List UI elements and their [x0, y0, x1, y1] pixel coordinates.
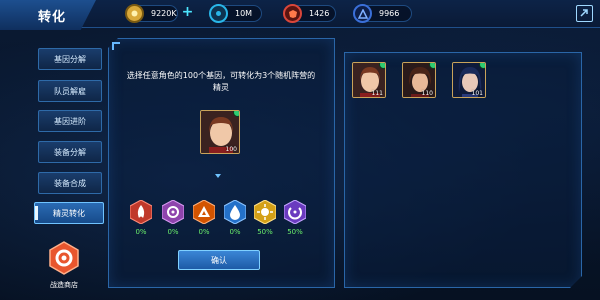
plus-icon[interactable]: +: [180, 5, 195, 20]
diamond-token-icon: [209, 4, 228, 23]
shop-icon[interactable]: [46, 240, 82, 276]
dark-spirit-icon: [283, 199, 307, 225]
fire-spirit-percent: 0%: [135, 228, 147, 236]
void-spirit-icon: [161, 199, 185, 225]
character-card[interactable]: 110: [402, 62, 436, 98]
selected-character-slot[interactable]: 100: [200, 110, 240, 154]
star-gem-icon: [379, 63, 385, 69]
character-card[interactable]: 111: [352, 62, 386, 98]
sidebar-item-gene-advance[interactable]: 基因进阶: [38, 110, 102, 132]
gold-resource: 9220K: [125, 4, 178, 23]
page-title: 转化: [38, 10, 67, 25]
light-spirit-icon: [253, 199, 277, 225]
light-spirit-percent: 50%: [257, 228, 273, 236]
sidebar-item-gene-decompose[interactable]: 基因分解: [38, 48, 102, 70]
diamond-value: 10M: [235, 9, 253, 18]
water-spirit-icon: [223, 199, 247, 225]
conversion-description: 选择任意角色的100个基因，可转化为3个随机阵营的精灵: [126, 71, 316, 92]
star-gem-icon: [479, 63, 485, 69]
star-gem-icon: [429, 63, 435, 69]
blue-value: 9966: [379, 9, 400, 18]
water-spirit-percent: 0%: [229, 228, 241, 236]
blue-triangle-token-icon: [353, 4, 372, 23]
dark-spirit-percent: 50%: [287, 228, 303, 236]
sidebar-item-dismiss-member[interactable]: 队员解雇: [38, 80, 102, 102]
gold-coin-icon: [125, 4, 144, 23]
sidebar-item-spirit-convert[interactable]: 精灵转化: [34, 202, 104, 224]
exit-icon[interactable]: [576, 5, 593, 22]
red-value: 1426: [309, 9, 330, 18]
chevron-down-icon: [215, 174, 221, 178]
gold-value: 9220K: [151, 9, 177, 18]
blue-resource: 9966: [353, 4, 412, 23]
character-card[interactable]: 101: [452, 62, 486, 98]
character-level: 101: [471, 90, 483, 97]
confirm-button[interactable]: 确认: [178, 250, 260, 270]
void-spirit-percent: 0%: [167, 228, 179, 236]
shop-label[interactable]: 战造商店: [44, 280, 84, 290]
earth-spirit-percent: 0%: [198, 228, 210, 236]
earth-spirit-icon: [192, 199, 216, 225]
panel-corner: [112, 42, 120, 50]
sidebar-item-equip-compose[interactable]: 装备合成: [38, 172, 102, 194]
character-level: 111: [371, 90, 383, 97]
red-shield-token-icon: [283, 4, 302, 23]
red-resource: 1426: [283, 4, 336, 23]
sidebar-item-equip-decompose[interactable]: 装备分解: [38, 141, 102, 163]
selected-character-level: 100: [225, 146, 237, 153]
character-level: 110: [421, 90, 433, 97]
star-gem-icon: [233, 111, 239, 117]
fire-spirit-icon: [129, 199, 153, 225]
diamond-resource: 10M: [209, 4, 262, 23]
